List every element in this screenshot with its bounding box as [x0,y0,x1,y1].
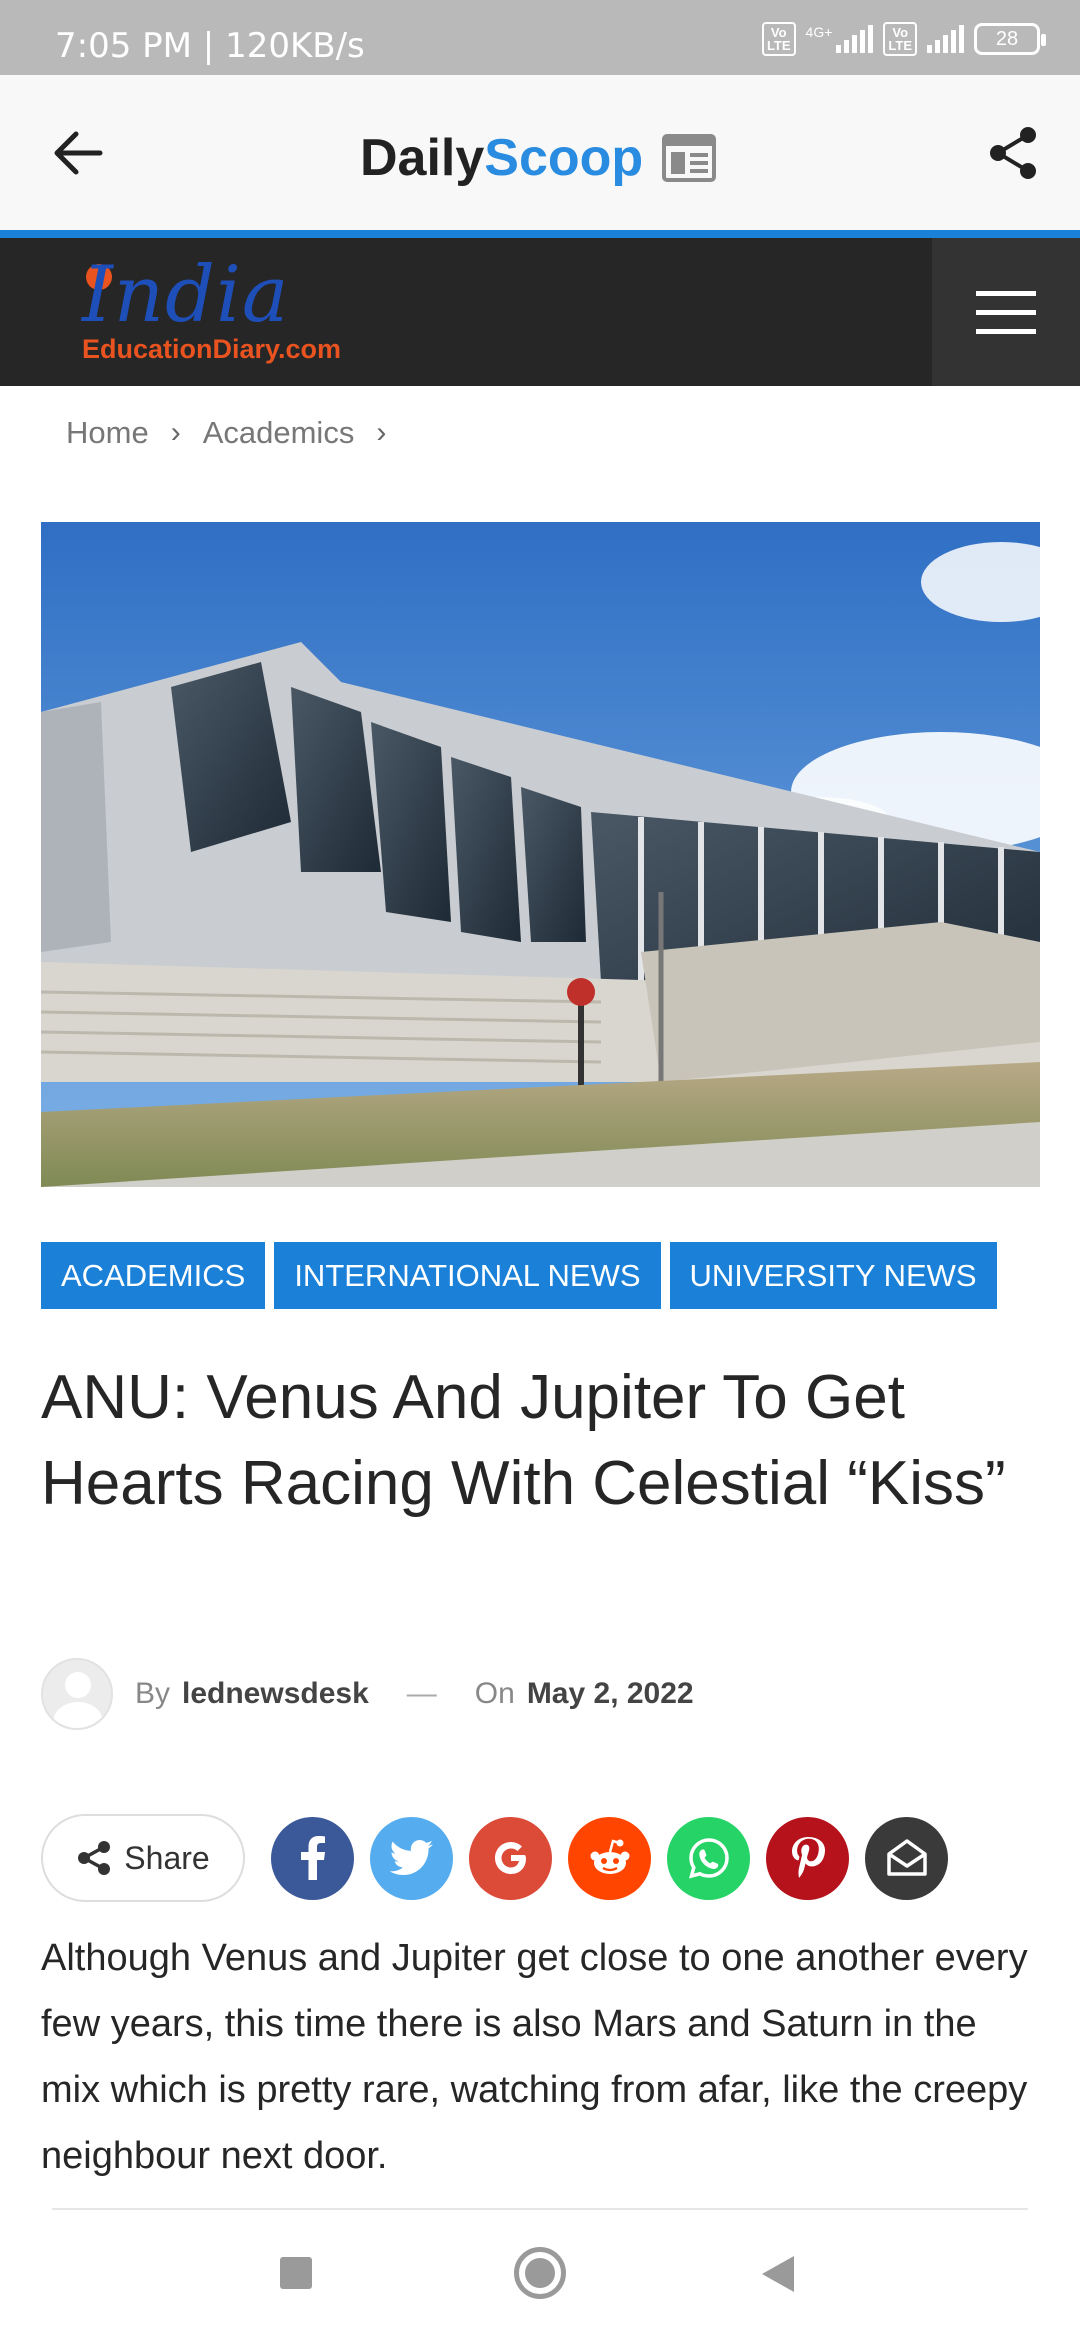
breadcrumb: Home › Academics › [66,415,386,451]
twitter-share-button[interactable] [370,1816,453,1900]
site-header: India EducationDiary.com [0,238,1080,386]
share-icon [78,1841,111,1875]
chevron-right-icon: › [376,416,387,449]
on-label: On [474,1677,515,1710]
by-label: By [135,1677,171,1710]
system-back-button[interactable] [762,2256,794,2292]
back-button[interactable] [40,120,115,185]
share-row: Share [41,1814,948,1902]
volte-icon-2: Vo LTE [883,22,917,56]
google-icon [494,1842,526,1874]
email-share-button[interactable] [865,1816,948,1900]
author-link[interactable]: lednewsdesk [182,1677,369,1711]
facebook-icon [300,1836,325,1880]
article-body: Although Venus and Jupiter get close to … [41,1937,1028,2177]
google-share-button[interactable] [469,1816,552,1900]
envelope-open-icon [886,1839,927,1876]
tag-academics[interactable]: ACADEMICS [41,1242,266,1309]
site-logo[interactable]: India EducationDiary.com [82,250,382,366]
menu-bar [976,328,1036,334]
article-title: ANU: Venus And Jupiter To Get Hearts Rac… [41,1363,1006,1518]
menu-bar [976,290,1036,296]
logo-word: India [82,250,290,340]
home-button[interactable] [514,2247,566,2299]
chevron-right-icon: › [170,416,181,449]
arrow-left-icon [54,131,102,174]
app-bar: Daily Scoop [0,75,1080,230]
content-divider [52,2208,1028,2210]
signal-icon [836,25,874,53]
article-meta: By lednewsdesk — On May 2, 2022 [41,1658,694,1730]
menu-bar [976,309,1036,315]
facebook-share-button[interactable] [271,1816,354,1900]
publish-date: May 2, 2022 [526,1677,694,1710]
logo-subtitle: EducationDiary.com [82,334,342,364]
share-label: Share [124,1839,210,1876]
battery-icon: 28 [974,23,1046,55]
share-button[interactable] [975,120,1050,185]
newspaper-icon [662,134,717,182]
share-icon [989,126,1036,179]
menu-button[interactable] [932,238,1080,386]
share-pill-button[interactable]: Share [41,1814,245,1902]
whatsapp-icon [688,1838,729,1879]
network-type-label: 4G+ [805,24,833,40]
status-bar: 7:05 PM | 120KB/s Vo LTE 4G+ Vo LTE 28 [0,0,1080,75]
recents-button[interactable] [280,2257,312,2289]
pinterest-icon [791,1837,825,1878]
breadcrumb-home[interactable]: Home [66,415,149,451]
tag-university-news[interactable]: UNIVERSITY NEWS [669,1242,997,1309]
brand-scoop: Scoop [484,129,644,187]
system-nav-bar [0,2212,1080,2340]
reddit-share-button[interactable] [568,1816,651,1900]
signal-icon-2 [927,25,964,53]
status-icons: Vo LTE 4G+ Vo LTE 28 [761,22,1046,56]
volte-icon: Vo LTE [761,22,796,56]
author-avatar[interactable] [41,1658,113,1730]
pinterest-share-button[interactable] [766,1816,849,1900]
tag-international-news[interactable]: INTERNATIONAL NEWS [274,1242,661,1309]
breadcrumb-academics[interactable]: Academics [203,415,355,451]
whatsapp-share-button[interactable] [667,1816,750,1900]
reddit-icon [590,1839,629,1874]
status-time: 7:05 PM | 120KB/s [55,26,365,66]
battery-level: 28 [995,27,1019,50]
category-tags: ACADEMICS INTERNATIONAL NEWS UNIVERSITY … [41,1242,997,1309]
meta-separator: — [406,1677,437,1710]
twitter-icon [389,1840,433,1875]
app-brand: Daily Scoop [360,123,717,193]
article-hero-image [41,522,1040,1187]
app-bar-accent-line [0,230,1080,238]
brand-daily: Daily [360,129,485,187]
